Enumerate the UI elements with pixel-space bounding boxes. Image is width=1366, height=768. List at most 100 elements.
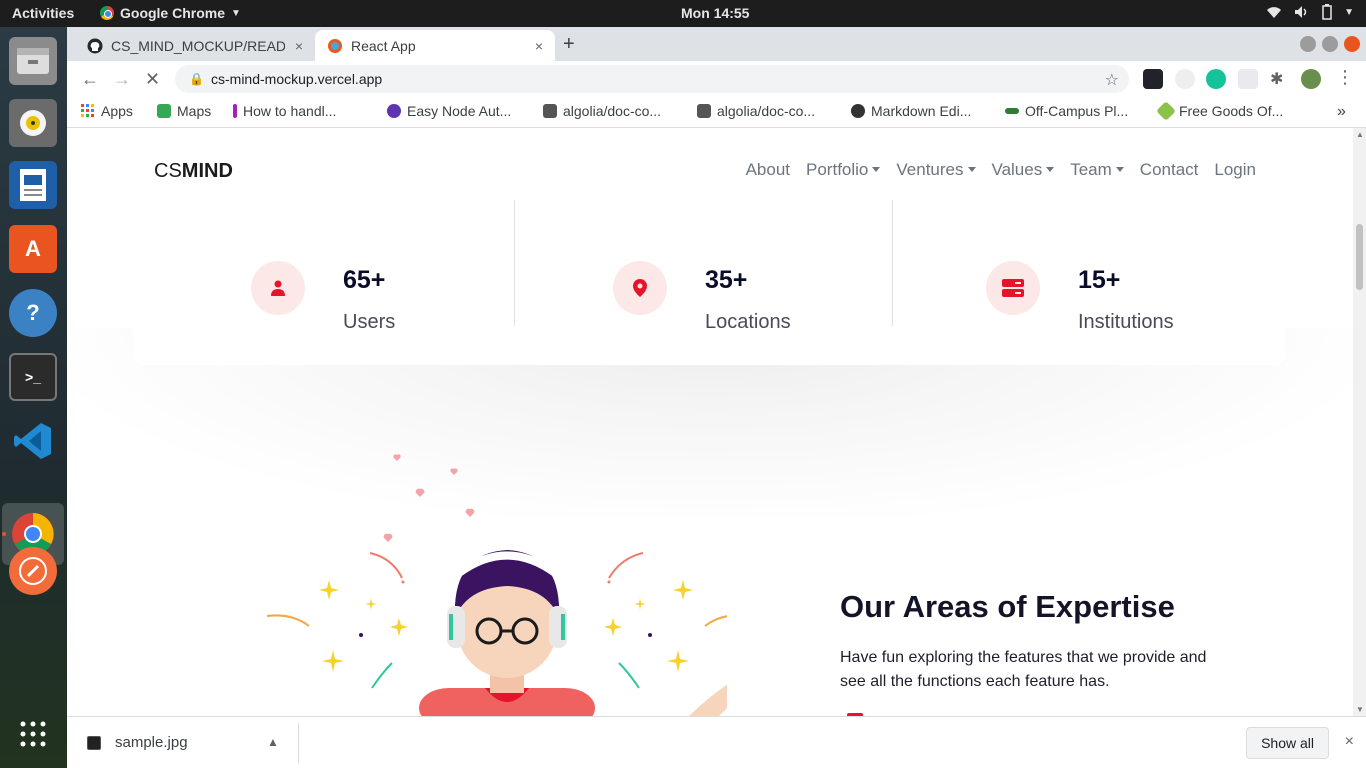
grammarly-icon[interactable] — [1206, 69, 1226, 89]
bookmark-label: Easy Node Aut... — [407, 103, 512, 119]
stat-divider — [892, 198, 893, 326]
react-devtools-icon[interactable] — [1143, 69, 1163, 89]
bookmark-how-to[interactable]: How to handl... — [233, 103, 336, 119]
close-icon[interactable]: × — [295, 38, 303, 54]
download-filename: sample.jpg — [115, 734, 188, 751]
lock-icon: 🔒 — [189, 72, 204, 86]
bookmark-label: Apps — [101, 103, 133, 119]
site-brand[interactable]: CSMIND — [154, 160, 233, 183]
profile-avatar[interactable] — [1301, 69, 1321, 89]
postman-icon[interactable] — [9, 547, 57, 595]
bookmark-algolia-1[interactable]: algolia/doc-co... — [543, 103, 661, 119]
maps-icon — [157, 104, 171, 118]
files-icon[interactable] — [9, 37, 57, 85]
nav-about[interactable]: About — [746, 160, 790, 180]
stat-label: Users — [343, 311, 396, 333]
stat-value: 65+ — [343, 266, 386, 294]
bookmark-apps[interactable]: Apps — [81, 103, 133, 119]
writer-icon[interactable] — [9, 161, 57, 209]
bookmark-algolia-2[interactable]: algolia/doc-co... — [697, 103, 815, 119]
bookmark-easy-node[interactable]: Easy Node Aut... — [387, 103, 511, 119]
codesandbox-icon — [697, 104, 711, 118]
nav-values[interactable]: Values — [992, 160, 1055, 180]
extension-icon[interactable] — [1175, 69, 1195, 89]
nav-portfolio[interactable]: Portfolio — [806, 160, 880, 180]
tab-github[interactable]: CS_MIND_MOCKUP/READ × — [75, 30, 315, 61]
tab-react-app[interactable]: React App × — [315, 30, 555, 61]
bookmark-star-icon[interactable]: ☆ — [1105, 70, 1119, 90]
expertise-title: Our Areas of Expertise — [840, 589, 1175, 624]
close-icon[interactable]: × — [535, 38, 543, 54]
software-center-icon[interactable]: A — [9, 225, 57, 273]
activities-button[interactable]: Activities — [12, 5, 74, 21]
app-menu-label: Google Chrome — [120, 5, 226, 21]
nav-ventures[interactable]: Ventures — [896, 160, 975, 180]
bookmark-label: Free Goods Of... — [1179, 103, 1284, 119]
site-menu: About Portfolio Ventures Values Team Con… — [746, 160, 1256, 180]
stat-value: 35+ — [705, 266, 748, 294]
server-icon — [986, 261, 1040, 315]
scroll-up-arrow-icon[interactable]: ▲ — [1356, 130, 1364, 139]
user-icon — [251, 261, 305, 315]
system-menu-chevron-icon: ▼ — [1344, 6, 1354, 18]
chevron-down-icon: ▼ — [231, 7, 241, 19]
system-top-bar: Activities Google Chrome ▼ Mon 14:55 ▼ — [0, 0, 1366, 27]
nav-label: Values — [991, 160, 1043, 179]
nav-login[interactable]: Login — [1214, 160, 1256, 180]
volume-icon — [1295, 6, 1307, 18]
bookmark-markdown[interactable]: Markdown Edi... — [851, 103, 971, 119]
chevron-up-icon[interactable]: ▲ — [267, 735, 279, 749]
stop-loading-icon[interactable]: ✕ — [145, 69, 160, 90]
bookmarks-bar: Apps Maps How to handl... Easy Node Aut.… — [67, 97, 1366, 128]
nav-team[interactable]: Team — [1070, 160, 1124, 180]
bookmark-label: algolia/doc-co... — [563, 103, 662, 119]
close-window-button[interactable] — [1344, 36, 1360, 52]
scroll-down-arrow-icon[interactable]: ▼ — [1356, 705, 1364, 714]
shelf-divider — [298, 723, 299, 763]
bookmark-off-campus[interactable]: Off-Campus Pl... — [1005, 103, 1128, 119]
system-tray[interactable]: ▼ — [1266, 4, 1354, 20]
codesandbox-icon — [543, 104, 557, 118]
forward-arrow-icon[interactable]: → — [113, 69, 131, 90]
window-controls — [1300, 36, 1360, 52]
download-shelf: sample.jpg ▲ Show all × — [67, 716, 1366, 768]
nav-label: Portfolio — [806, 160, 869, 179]
download-item[interactable]: sample.jpg — [87, 734, 188, 751]
scrollbar-thumb[interactable] — [1356, 224, 1363, 290]
extensions-puzzle-icon[interactable]: ✱ — [1270, 69, 1290, 89]
close-icon[interactable]: × — [1345, 733, 1354, 751]
rhythmbox-icon[interactable] — [9, 99, 57, 147]
bookmark-label: Maps — [177, 103, 212, 119]
bookmark-favicon-icon — [387, 104, 401, 118]
vscode-icon[interactable] — [9, 417, 57, 465]
app-menu[interactable]: Google Chrome ▼ — [100, 5, 241, 21]
nav-contact[interactable]: Contact — [1140, 160, 1199, 180]
bookmark-free-goods[interactable]: Free Goods Of... — [1156, 101, 1284, 121]
github-icon — [87, 38, 103, 53]
bookmark-maps[interactable]: Maps — [157, 103, 211, 119]
more-bookmarks-icon[interactable]: » — [1337, 103, 1346, 121]
nav-label: Team — [1070, 160, 1112, 179]
page-scrollbar[interactable]: ▲ ▼ — [1353, 128, 1366, 716]
tag-icon — [1156, 101, 1176, 121]
reader-icon[interactable] — [1238, 69, 1258, 89]
help-icon[interactable]: ? — [9, 289, 57, 337]
back-arrow-icon[interactable]: ← — [81, 69, 99, 90]
browser-toolbar: ← → ✕ 🔒 cs-mind-mockup.vercel.app ☆ ✱ ⋮ — [67, 61, 1366, 97]
address-bar[interactable]: 🔒 cs-mind-mockup.vercel.app ☆ — [175, 65, 1129, 93]
running-indicator — [2, 532, 6, 536]
page-viewport: CSMIND About Portfolio Ventures Values T… — [67, 128, 1353, 716]
show-all-button[interactable]: Show all — [1246, 727, 1329, 759]
url-text: cs-mind-mockup.vercel.app — [211, 71, 383, 87]
bookmark-label: algolia/doc-co... — [717, 103, 816, 119]
minimize-button[interactable] — [1300, 36, 1316, 52]
clock[interactable]: Mon 14:55 — [681, 5, 749, 21]
more-menu-icon[interactable]: ⋮ — [1336, 67, 1354, 88]
new-tab-button[interactable]: + — [563, 33, 575, 56]
bookmark-label: How to handl... — [243, 103, 337, 119]
maximize-button[interactable] — [1322, 36, 1338, 52]
terminal-icon[interactable]: >_ — [9, 353, 57, 401]
battery-icon — [1322, 4, 1332, 20]
show-applications-icon[interactable] — [9, 710, 57, 758]
react-app-favicon-icon — [328, 38, 342, 53]
